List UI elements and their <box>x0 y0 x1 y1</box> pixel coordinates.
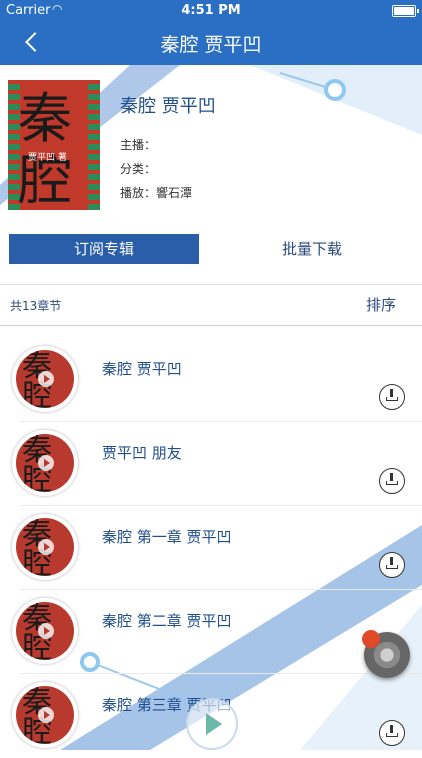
track-title: 秦腔 贾平凹 <box>102 360 182 378</box>
play-icon <box>38 371 54 387</box>
chapter-count: 共13章节 <box>10 299 62 313</box>
track-title: 秦腔 第一章 贾平凹 <box>102 528 232 546</box>
download-icon[interactable] <box>379 384 405 410</box>
play-button-icon[interactable] <box>186 698 238 750</box>
play-value: 響石潭 <box>156 186 193 200</box>
play-icon <box>38 623 54 639</box>
album-cover-glyphs: 秦腔 <box>18 87 72 211</box>
page-title: 秦腔 贾平凹 <box>160 34 262 56</box>
floating-player-disc-icon[interactable] <box>362 630 410 678</box>
album-cover-author: 贾平凹 著 <box>28 153 67 163</box>
download-icon[interactable] <box>379 720 405 746</box>
host-label: 主播： <box>120 138 157 152</box>
nav-bar: 秦腔 贾平凹 <box>0 20 422 65</box>
sort-button[interactable]: 排序 <box>366 294 396 315</box>
track-title: 贾平凹 朋友 <box>102 444 182 462</box>
list-item[interactable]: 秦腔 秦腔 第二章 贾平凹 <box>0 590 422 674</box>
play-info: 播放：響石潭 <box>120 184 192 201</box>
list-item[interactable]: 秦腔 秦腔 贾平凹 <box>0 338 422 422</box>
track-title: 秦腔 第二章 贾平凹 <box>102 612 232 630</box>
status-bar: Carrier ◠ 4:51 PM <box>0 0 422 20</box>
download-icon[interactable] <box>379 552 405 578</box>
divider <box>0 284 422 285</box>
track-thumbnail: 秦腔 <box>12 430 78 496</box>
list-item[interactable]: 秦腔 贾平凹 朋友 <box>0 422 422 506</box>
play-icon <box>38 707 54 723</box>
album-title: 秦腔 贾平凹 <box>120 96 216 117</box>
track-thumbnail: 秦腔 <box>12 514 78 580</box>
album-cover: 秦腔 贾平凹 著 <box>8 80 100 210</box>
list-item[interactable]: 秦腔 秦腔 第一章 贾平凹 <box>0 506 422 590</box>
category-label: 分类： <box>120 162 157 176</box>
play-icon <box>38 539 54 555</box>
track-thumbnail: 秦腔 <box>12 598 78 664</box>
batch-download-button[interactable]: 批量下载 <box>222 234 402 264</box>
track-thumbnail: 秦腔 <box>12 346 78 412</box>
play-label: 播放： <box>120 186 157 200</box>
download-icon[interactable] <box>379 468 405 494</box>
divider <box>0 325 422 326</box>
battery-icon <box>392 5 419 17</box>
clock: 4:51 PM <box>181 3 241 18</box>
track-thumbnail: 秦腔 <box>12 682 78 748</box>
play-icon <box>38 455 54 471</box>
subscribe-album-button[interactable]: 订阅专辑 <box>9 234 199 264</box>
